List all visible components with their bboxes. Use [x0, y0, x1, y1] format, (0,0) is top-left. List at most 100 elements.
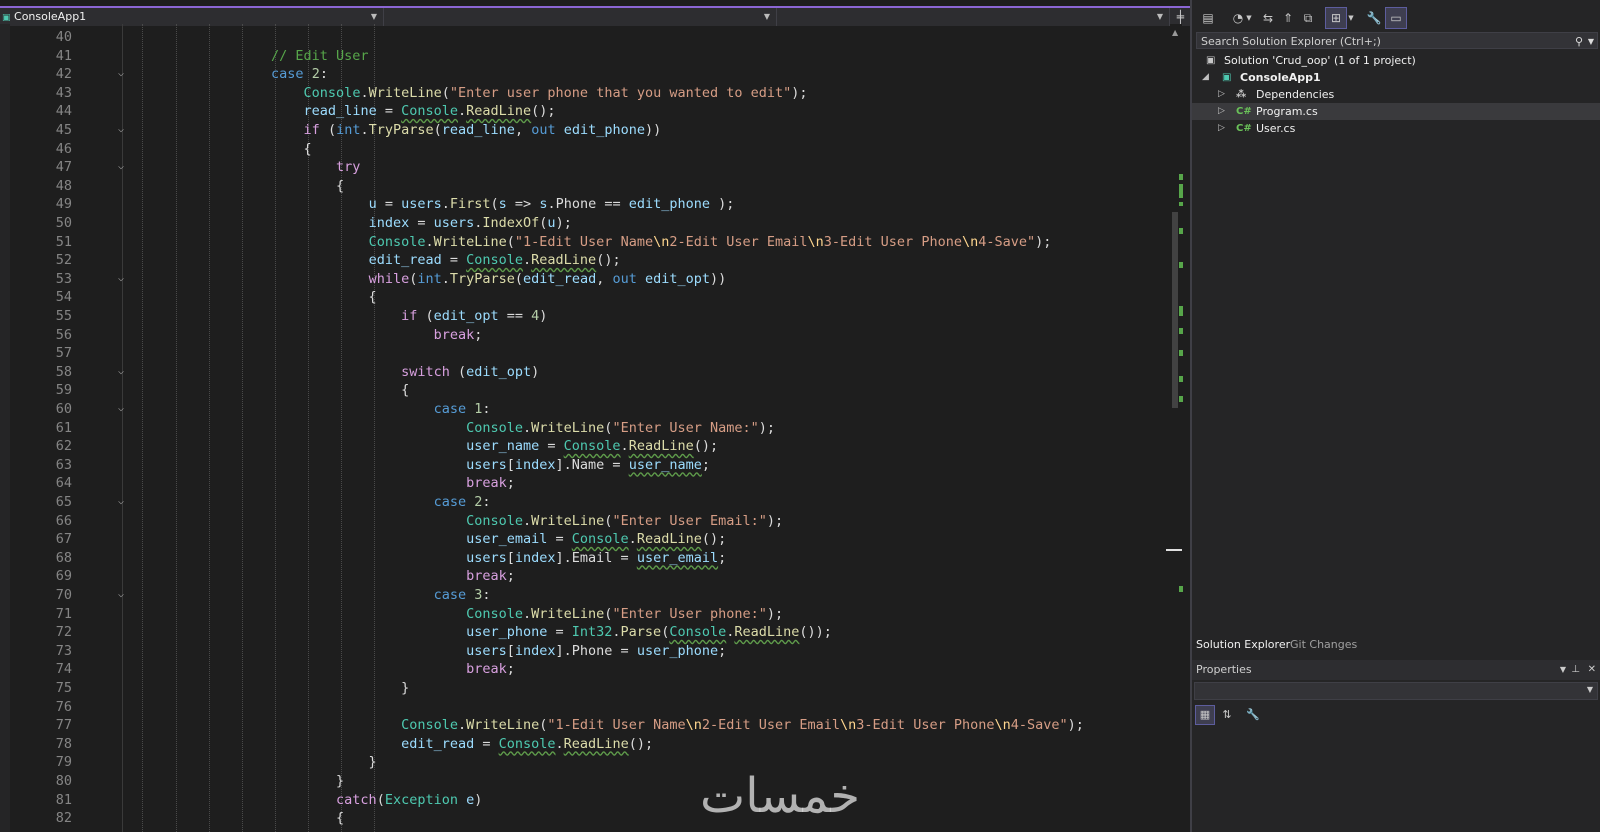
- collapse-arrow-icon[interactable]: ◢: [1202, 69, 1209, 86]
- fold-chevron-icon[interactable]: ⌵: [118, 363, 124, 382]
- pin-icon[interactable]: ⊥: [1571, 660, 1580, 680]
- change-marker: [1179, 586, 1183, 592]
- code-line[interactable]: 67 user_email = Console.ReadLine();: [10, 530, 1170, 549]
- alphabetical-sort-icon[interactable]: ⇅: [1218, 706, 1236, 724]
- tab-git-changes[interactable]: Git Changes: [1290, 636, 1357, 654]
- code-line[interactable]: 73 users[index].Phone = user_phone;: [10, 642, 1170, 661]
- scrollbar-thumb[interactable]: [1172, 212, 1178, 408]
- code-line[interactable]: 47 ⌵ try: [10, 158, 1170, 177]
- vertical-scrollbar[interactable]: ▲: [1166, 24, 1183, 832]
- tree-item-dependencies[interactable]: ▷ ⁂ Dependencies: [1192, 86, 1600, 103]
- fold-chevron-icon[interactable]: ⌵: [118, 158, 124, 177]
- code-line[interactable]: 75 }: [10, 679, 1170, 698]
- expand-arrow-icon[interactable]: ▷: [1218, 103, 1225, 120]
- code-line[interactable]: 56 break;: [10, 326, 1170, 345]
- line-number: 68: [55, 549, 72, 566]
- properties-header: Properties ▼ ⊥ ✕: [1192, 660, 1600, 680]
- code-line[interactable]: 76: [10, 698, 1170, 717]
- caret-position-marker: [1166, 549, 1182, 551]
- switch-views-icon[interactable]: ▤: [1198, 8, 1218, 28]
- code-line[interactable]: 70 ⌵ case 3:: [10, 586, 1170, 605]
- expand-arrow-icon[interactable]: ▷: [1218, 120, 1225, 137]
- code-line[interactable]: 62 user_name = Console.ReadLine();: [10, 437, 1170, 456]
- code-line[interactable]: 64 break;: [10, 474, 1170, 493]
- code-line[interactable]: 69 break;: [10, 567, 1170, 586]
- code-line[interactable]: 53 ⌵ while(int.TryParse(edit_read, out ed…: [10, 270, 1170, 289]
- code-line[interactable]: 78 edit_read = Console.ReadLine();: [10, 735, 1170, 754]
- change-marker: [1179, 328, 1183, 334]
- properties-object-select[interactable]: ▼: [1194, 682, 1598, 700]
- tree-item-user-cs[interactable]: ▷ C# User.cs: [1192, 120, 1600, 137]
- code-editor[interactable]: ▣ ConsoleApp1 ▼ ▼ ▼ ╪ 40 41 // Edit User 4…: [0, 0, 1190, 832]
- code-line[interactable]: 59 {: [10, 381, 1170, 400]
- chevron-down-icon[interactable]: ▼: [1588, 33, 1594, 50]
- code-line[interactable]: 48 {: [10, 177, 1170, 196]
- code-line[interactable]: 65 ⌵ case 2:: [10, 493, 1170, 512]
- code-line[interactable]: 81 catch(Exception e): [10, 791, 1170, 810]
- code-line[interactable]: 52 edit_read = Console.ReadLine();: [10, 251, 1170, 270]
- sync-icon[interactable]: ⇆: [1258, 8, 1278, 28]
- code-line[interactable]: 54 {: [10, 288, 1170, 307]
- line-number: 51: [55, 233, 72, 250]
- code-line[interactable]: 51 Console.WriteLine("1-Edit User Name\n…: [10, 233, 1170, 252]
- code-line[interactable]: 42 ⌵ case 2:: [10, 65, 1170, 84]
- change-marker: [1179, 306, 1183, 316]
- code-line[interactable]: 63 users[index].Name = user_name;: [10, 456, 1170, 475]
- tab-solution-explorer[interactable]: Solution Explorer: [1196, 636, 1290, 654]
- code-line[interactable]: 68 users[index].Email = user_email;: [10, 549, 1170, 568]
- code-line[interactable]: 45 ⌵ if (int.TryParse(read_line, out edit…: [10, 121, 1170, 140]
- expand-arrow-icon[interactable]: ▷: [1218, 86, 1225, 103]
- tree-item-solution[interactable]: ▣ Solution 'Crud_oop' (1 of 1 project): [1192, 52, 1600, 69]
- code-line[interactable]: 66 Console.WriteLine("Enter User Email:"…: [10, 512, 1170, 531]
- fold-chevron-icon[interactable]: ⌵: [118, 586, 124, 605]
- properties-wrench-icon[interactable]: 🔧: [1364, 8, 1384, 28]
- chevron-down-icon[interactable]: ▼: [1560, 660, 1566, 680]
- fold-chevron-icon[interactable]: ⌵: [118, 270, 124, 289]
- code-line[interactable]: 74 break;: [10, 660, 1170, 679]
- code-line[interactable]: 61 Console.WriteLine("Enter User Name:")…: [10, 419, 1170, 438]
- line-number: 43: [55, 84, 72, 101]
- code-line[interactable]: 77 Console.WriteLine("1-Edit User Name\n…: [10, 716, 1170, 735]
- fold-chevron-icon[interactable]: ⌵: [118, 121, 124, 140]
- code-line[interactable]: 43 Console.WriteLine("Enter user phone t…: [10, 84, 1170, 103]
- line-number: 49: [55, 196, 72, 213]
- code-line[interactable]: 72 user_phone = Int32.Parse(Console.Read…: [10, 623, 1170, 642]
- categorized-icon[interactable]: ▦: [1195, 705, 1215, 725]
- chevron-down-icon[interactable]: ▼: [1244, 8, 1254, 28]
- close-icon[interactable]: ✕: [1588, 660, 1596, 680]
- code-line[interactable]: 71 Console.WriteLine("Enter User phone:"…: [10, 605, 1170, 624]
- solution-icon: ▣: [1206, 55, 1216, 66]
- collapse-all-icon[interactable]: ⇑: [1278, 8, 1298, 28]
- code-line[interactable]: 44 read_line = Console.ReadLine();: [10, 102, 1170, 121]
- fold-chevron-icon[interactable]: ⌵: [118, 65, 124, 84]
- scroll-up-icon[interactable]: ▲: [1172, 28, 1178, 37]
- chevron-down-icon[interactable]: ▼: [1346, 8, 1356, 28]
- line-number: 56: [55, 326, 72, 343]
- line-number: 55: [55, 308, 72, 324]
- code-line[interactable]: 57: [10, 344, 1170, 363]
- code-line[interactable]: 41 // Edit User: [10, 47, 1170, 66]
- preview-icon[interactable]: ▭: [1385, 7, 1407, 29]
- tree-item-project[interactable]: ◢ ▣ ConsoleApp1: [1192, 69, 1600, 86]
- fold-chevron-icon[interactable]: ⌵: [118, 400, 124, 419]
- search-icon[interactable]: ⚲: [1575, 33, 1583, 50]
- property-pages-icon[interactable]: 🔧: [1244, 706, 1262, 724]
- code-line[interactable]: 50 index = users.IndexOf(u);: [10, 214, 1170, 233]
- code-line[interactable]: 80 }: [10, 772, 1170, 791]
- code-line[interactable]: 49 u = users.First(s => s.Phone == edit_…: [10, 195, 1170, 214]
- show-all-files-icon[interactable]: ⧉: [1298, 8, 1318, 28]
- code-line[interactable]: 82 {: [10, 809, 1170, 828]
- code-line[interactable]: 58 ⌵ switch (edit_opt): [10, 363, 1170, 382]
- code-line[interactable]: 46 {: [10, 140, 1170, 159]
- tree-item-program-cs[interactable]: ▷ C# Program.cs: [1192, 103, 1600, 120]
- fold-chevron-icon[interactable]: ⌵: [118, 493, 124, 512]
- code-line[interactable]: 55 if (edit_opt == 4): [10, 307, 1170, 326]
- code-line[interactable]: 79 }: [10, 753, 1170, 772]
- code-line[interactable]: 40: [10, 28, 1170, 47]
- filter-icon[interactable]: ⊞: [1325, 7, 1347, 29]
- search-input[interactable]: Search Solution Explorer (Ctrl+;) ⚲ ▼: [1196, 32, 1598, 49]
- code-area[interactable]: 40 41 // Edit User 42 ⌵ case 2: 43 Console.W…: [10, 24, 1170, 832]
- code-text: Console.WriteLine("Enter User phone:");: [466, 605, 784, 622]
- code-line[interactable]: 60 ⌵ case 1:: [10, 400, 1170, 419]
- panel-tabs: Solution Explorer Git Changes: [1192, 636, 1600, 654]
